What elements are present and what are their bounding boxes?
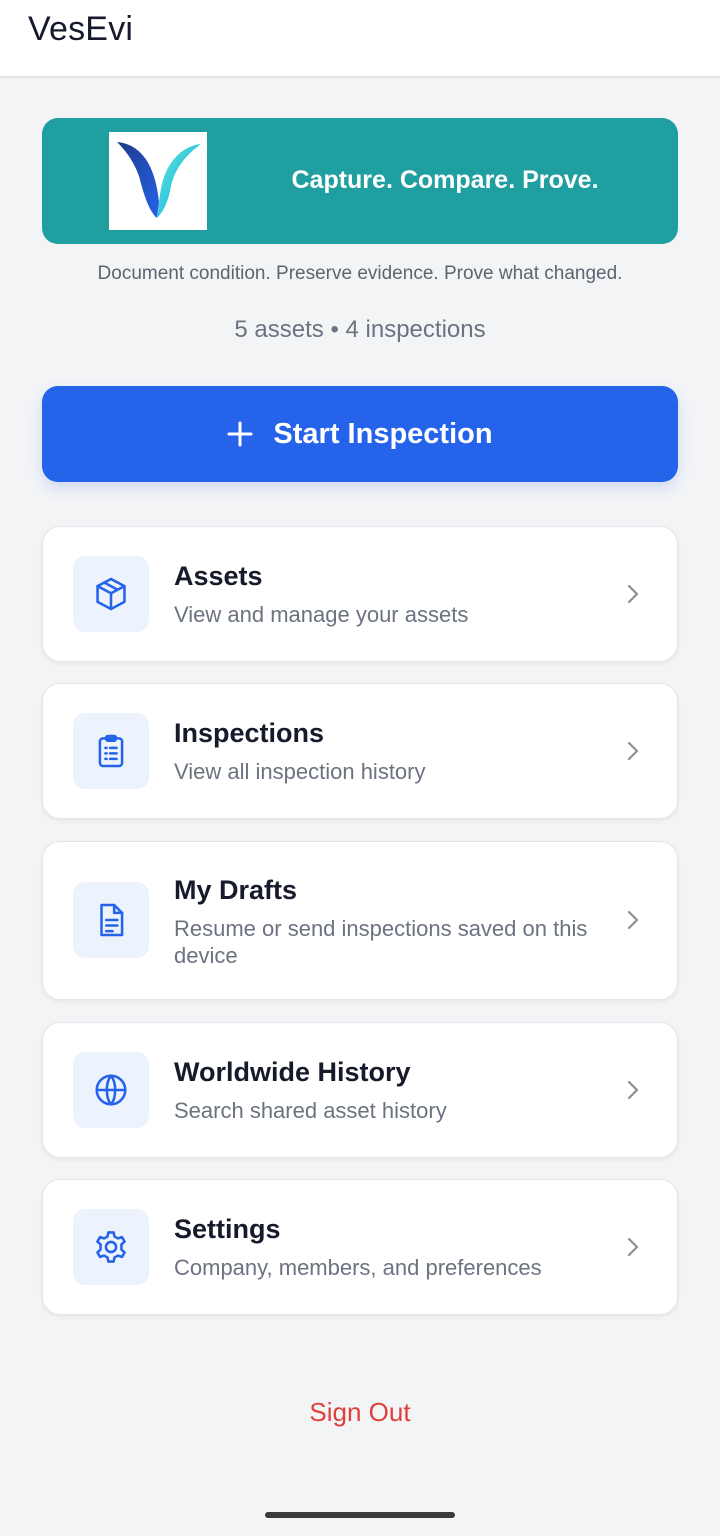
start-inspection-button[interactable]: Start Inspection <box>42 386 678 482</box>
start-inspection-label: Start Inspection <box>273 417 493 450</box>
chevron-right-icon <box>627 1080 639 1100</box>
settings-icon-tile <box>73 1209 149 1285</box>
app-title: VesEvi <box>28 10 134 48</box>
app-bar: VesEvi <box>0 0 720 76</box>
app-subtitle: Document condition. Preserve evidence. P… <box>97 263 623 284</box>
menu-item-settings[interactable]: Settings Company, members, and preferenc… <box>42 1179 678 1315</box>
clipboard-icon <box>98 734 124 768</box>
menu-item-title: Worldwide History <box>174 1057 411 1087</box>
inspections-icon-tile <box>73 713 149 789</box>
menu-item-title: My Drafts <box>174 875 298 905</box>
menu-item-worldwide-history[interactable]: Worldwide History Search shared asset hi… <box>42 1022 678 1158</box>
banner-tagline: Capture. Compare. Prove. <box>291 166 599 194</box>
cube-icon <box>96 577 126 611</box>
chevron-right-icon <box>627 910 639 930</box>
worldwide-history-icon-tile <box>73 1052 149 1128</box>
plus-icon <box>227 421 253 447</box>
menu-item-description: View all inspection history <box>174 759 426 784</box>
chevron-right-icon <box>627 1237 639 1257</box>
menu-item-description: View and manage your assets <box>174 602 469 627</box>
hero-banner: Capture. Compare. Prove. <box>42 118 678 244</box>
gear-icon <box>96 1231 126 1263</box>
drafts-icon-tile <box>73 882 149 958</box>
globe-icon <box>95 1074 127 1106</box>
chevron-right-icon <box>627 584 639 604</box>
menu-item-inspections[interactable]: Inspections View all inspection history <box>42 683 678 819</box>
summary-counts: 5 assets • 4 inspections <box>234 316 486 343</box>
menu-item-title: Inspections <box>174 718 325 748</box>
menu-item-title: Assets <box>174 561 263 591</box>
menu-item-my-drafts[interactable]: My Drafts Resume or send inspections sav… <box>42 841 678 1000</box>
document-icon <box>100 903 124 937</box>
vesevi-logo-icon <box>117 142 201 218</box>
chevron-right-icon <box>627 741 639 761</box>
app-logo <box>109 132 207 230</box>
menu-item-assets[interactable]: Assets View and manage your assets <box>42 526 678 662</box>
menu-item-description: Resume or send inspections saved on this… <box>174 916 588 968</box>
sign-out-button[interactable]: Sign Out <box>0 1397 720 1428</box>
menu-item-title: Settings <box>174 1214 281 1244</box>
menu-item-description: Search shared asset history <box>174 1098 447 1123</box>
assets-icon-tile <box>73 556 149 632</box>
home-indicator[interactable] <box>265 1512 455 1518</box>
menu-item-description: Company, members, and preferences <box>174 1255 542 1280</box>
